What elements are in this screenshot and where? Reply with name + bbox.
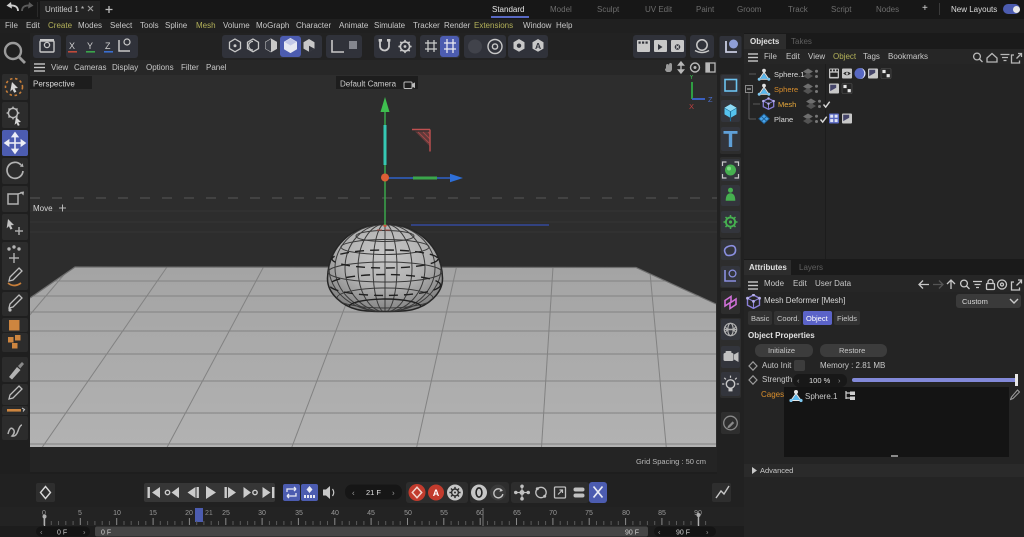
svg-text:›: › [392,489,395,498]
svg-text:‹: ‹ [352,489,355,498]
svg-text:0 F: 0 F [101,530,111,537]
svg-text:0 F: 0 F [57,530,67,537]
svg-text:Y: Y [87,41,93,51]
svg-text:55: 55 [440,510,448,517]
svg-text:21: 21 [205,510,213,517]
svg-text:15: 15 [149,510,157,517]
svg-text:Untitled 1 *: Untitled 1 * [45,5,84,14]
svg-text:Mesh: Mesh [778,100,796,109]
svg-text:Default Camera: Default Camera [340,80,397,89]
svg-text:20: 20 [185,510,193,517]
svg-text:40: 40 [331,510,339,517]
svg-text:25: 25 [222,510,230,517]
svg-text:A: A [433,488,440,498]
svg-text:45: 45 [367,510,375,517]
svg-text:Perspective: Perspective [33,80,75,89]
svg-text:80: 80 [622,510,630,517]
svg-text:Y: Y [689,75,694,81]
svg-text:30: 30 [258,510,266,517]
svg-text:5: 5 [78,510,82,517]
svg-text:Grid Spacing : 50 cm: Grid Spacing : 50 cm [636,457,706,466]
svg-text:X: X [689,102,694,111]
svg-text:Sphere: Sphere [774,85,798,94]
svg-text:90 F: 90 F [676,530,690,537]
svg-text:35: 35 [295,510,303,517]
svg-text:Sphere.1: Sphere.1 [774,70,804,79]
svg-text:A: A [535,41,541,51]
svg-text:21 F: 21 F [366,488,381,497]
svg-text:65: 65 [513,510,521,517]
svg-text:70: 70 [549,510,557,517]
svg-text:Move: Move [33,204,53,213]
svg-text:Z: Z [708,95,713,104]
svg-text:85: 85 [658,510,666,517]
svg-text:Plane: Plane [774,115,793,124]
svg-text:75: 75 [585,510,593,517]
svg-text:90 F: 90 F [625,530,639,537]
svg-text:X: X [69,41,75,51]
svg-text:50: 50 [404,510,412,517]
svg-text:10: 10 [113,510,121,517]
svg-text:Z: Z [105,41,111,51]
